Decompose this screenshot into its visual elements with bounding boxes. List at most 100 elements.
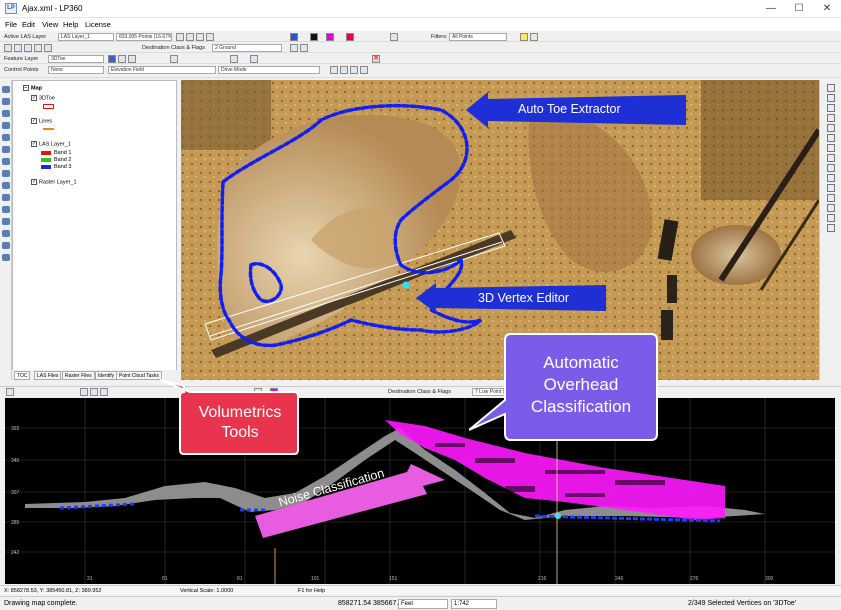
- copy-icon[interactable]: [250, 55, 258, 63]
- auto-toe-label: Auto Toe Extractor: [518, 102, 621, 116]
- snap-icon[interactable]: [230, 55, 238, 63]
- left-tool-identify-icon[interactable]: [2, 146, 10, 153]
- menu-view[interactable]: View: [42, 20, 58, 29]
- right-tool-icon[interactable]: [827, 214, 835, 222]
- las-layer-select[interactable]: LAS Layer_1: [58, 33, 114, 41]
- node-icon[interactable]: [170, 55, 178, 63]
- identify-icon[interactable]: [44, 44, 52, 52]
- right-tool-icon[interactable]: [827, 104, 835, 112]
- toc-layer-lines[interactable]: ✓ Lines: [31, 118, 52, 124]
- left-tool-zoom-in-icon[interactable]: [2, 98, 10, 105]
- filters-label: Filters:: [431, 34, 448, 40]
- filter-icon[interactable]: [520, 33, 528, 41]
- left-tool-forward-icon[interactable]: [2, 254, 10, 261]
- status-coords: 858271.54 385667.2: [338, 600, 403, 607]
- units-select[interactable]: Feet: [398, 599, 448, 609]
- class-icon[interactable]: [346, 33, 354, 41]
- tab-toc[interactable]: TOC: [14, 371, 31, 380]
- nav-prev-icon[interactable]: [340, 66, 348, 74]
- points-select[interactable]: 833,005 Points (16.67%): [116, 33, 172, 41]
- right-tool-icon[interactable]: [827, 94, 835, 102]
- right-tool-icon[interactable]: [827, 114, 835, 122]
- elevation-field-select[interactable]: Elevation Field: [108, 66, 216, 74]
- nav-next-icon[interactable]: [350, 66, 358, 74]
- left-tool-select-icon[interactable]: [2, 194, 10, 201]
- profile-destination-label: Destination Class & Flags: [388, 389, 451, 395]
- toc-root[interactable]: − Map: [23, 85, 42, 91]
- edit-icon[interactable]: [118, 55, 126, 63]
- right-tool-icon[interactable]: [827, 154, 835, 162]
- right-tool-icon[interactable]: [827, 224, 835, 232]
- right-tool-icon[interactable]: [827, 164, 835, 172]
- tab-las-files[interactable]: LAS Files: [34, 371, 62, 380]
- left-tool-globe-icon[interactable]: [2, 158, 10, 165]
- profile-view[interactable]: 392 340 307 285 242 31 81 81 101 151 216…: [5, 398, 835, 584]
- right-tool-icon[interactable]: [827, 124, 835, 132]
- undo-icon[interactable]: [300, 44, 308, 52]
- nav-last-icon[interactable]: [360, 66, 368, 74]
- profile-zoom-icon[interactable]: [80, 388, 88, 396]
- left-tool-pan-icon[interactable]: [2, 134, 10, 141]
- vertical-scale: Vertical Scale: 1.0000: [180, 588, 234, 594]
- pan-icon[interactable]: [196, 33, 204, 41]
- vertex-icon[interactable]: [128, 55, 136, 63]
- grid-icon[interactable]: [390, 33, 398, 41]
- left-tool-info-icon[interactable]: [2, 218, 10, 225]
- classify-icon[interactable]: [290, 44, 298, 52]
- zoom-out-icon[interactable]: [186, 33, 194, 41]
- save-icon[interactable]: [108, 55, 116, 63]
- color-icon[interactable]: [290, 33, 298, 41]
- left-tool-node-icon[interactable]: [2, 206, 10, 213]
- left-tool-zoom-out-icon[interactable]: [2, 110, 10, 117]
- left-tool-layer-icon[interactable]: [2, 230, 10, 237]
- refresh-icon[interactable]: [206, 33, 214, 41]
- profile-y-tick-242: 242: [11, 550, 20, 556]
- menu-edit[interactable]: Edit: [22, 20, 35, 29]
- control-points-select[interactable]: None: [48, 66, 104, 74]
- profile-icon[interactable]: [24, 44, 32, 52]
- scale-select[interactable]: 1:742: [451, 599, 497, 609]
- check-icon[interactable]: [530, 33, 538, 41]
- nav-first-icon[interactable]: [330, 66, 338, 74]
- menu-license[interactable]: License: [85, 20, 111, 29]
- right-tool-icon[interactable]: [827, 134, 835, 142]
- black-fill-icon[interactable]: [310, 33, 318, 41]
- toc-layer-las[interactable]: ✓ LAS Layer_1: [31, 141, 71, 147]
- close-button[interactable]: ✕: [813, 0, 841, 18]
- left-tool-back-icon[interactable]: [2, 242, 10, 249]
- measure-icon[interactable]: [34, 44, 42, 52]
- zoom-in-icon[interactable]: [176, 33, 184, 41]
- profile-fit-icon[interactable]: [100, 388, 108, 396]
- active-las-label: Active LAS Layer: [4, 34, 47, 40]
- destination-select[interactable]: 2 Ground: [212, 44, 282, 52]
- tab-identify[interactable]: Identify: [95, 371, 118, 380]
- tab-raster-files[interactable]: Raster Files: [62, 371, 95, 380]
- left-tool-zoom-box-icon[interactable]: [2, 122, 10, 129]
- menu-file[interactable]: File: [5, 20, 17, 29]
- select-icon[interactable]: [4, 44, 12, 52]
- right-tool-icon[interactable]: [827, 184, 835, 192]
- right-tool-icon[interactable]: [827, 144, 835, 152]
- right-tool-icon[interactable]: [827, 174, 835, 182]
- filters-select[interactable]: All Points: [449, 33, 507, 41]
- drive-mode-select[interactable]: Drive Mode: [218, 66, 320, 74]
- right-tool-icon[interactable]: [827, 204, 835, 212]
- magenta-icon[interactable]: [326, 33, 334, 41]
- draw-icon[interactable]: [14, 44, 22, 52]
- delete-icon[interactable]: ✕: [372, 55, 380, 63]
- minimize-button[interactable]: —: [757, 0, 785, 18]
- profile-pan-icon[interactable]: [90, 388, 98, 396]
- menu-help[interactable]: Help: [63, 20, 78, 29]
- left-tool-arrow-icon[interactable]: [2, 86, 10, 93]
- profile-x-tick-6: 216: [538, 576, 547, 582]
- profile-select-icon[interactable]: [6, 388, 14, 396]
- left-tool-measure-icon[interactable]: [2, 170, 10, 177]
- left-tool-grid-icon[interactable]: [2, 182, 10, 189]
- tab-point-cloud-tasks[interactable]: Point Cloud Tasks: [116, 371, 162, 380]
- right-tool-icon[interactable]: [827, 84, 835, 92]
- maximize-button[interactable]: ☐: [785, 0, 813, 18]
- toc-layer-raster[interactable]: ✓ Raster Layer_1: [31, 179, 77, 185]
- right-tool-icon[interactable]: [827, 194, 835, 202]
- toc-layer-3dtoe[interactable]: ✓ 3DToe: [31, 95, 55, 101]
- feature-layer-select[interactable]: 3DToe: [48, 55, 104, 63]
